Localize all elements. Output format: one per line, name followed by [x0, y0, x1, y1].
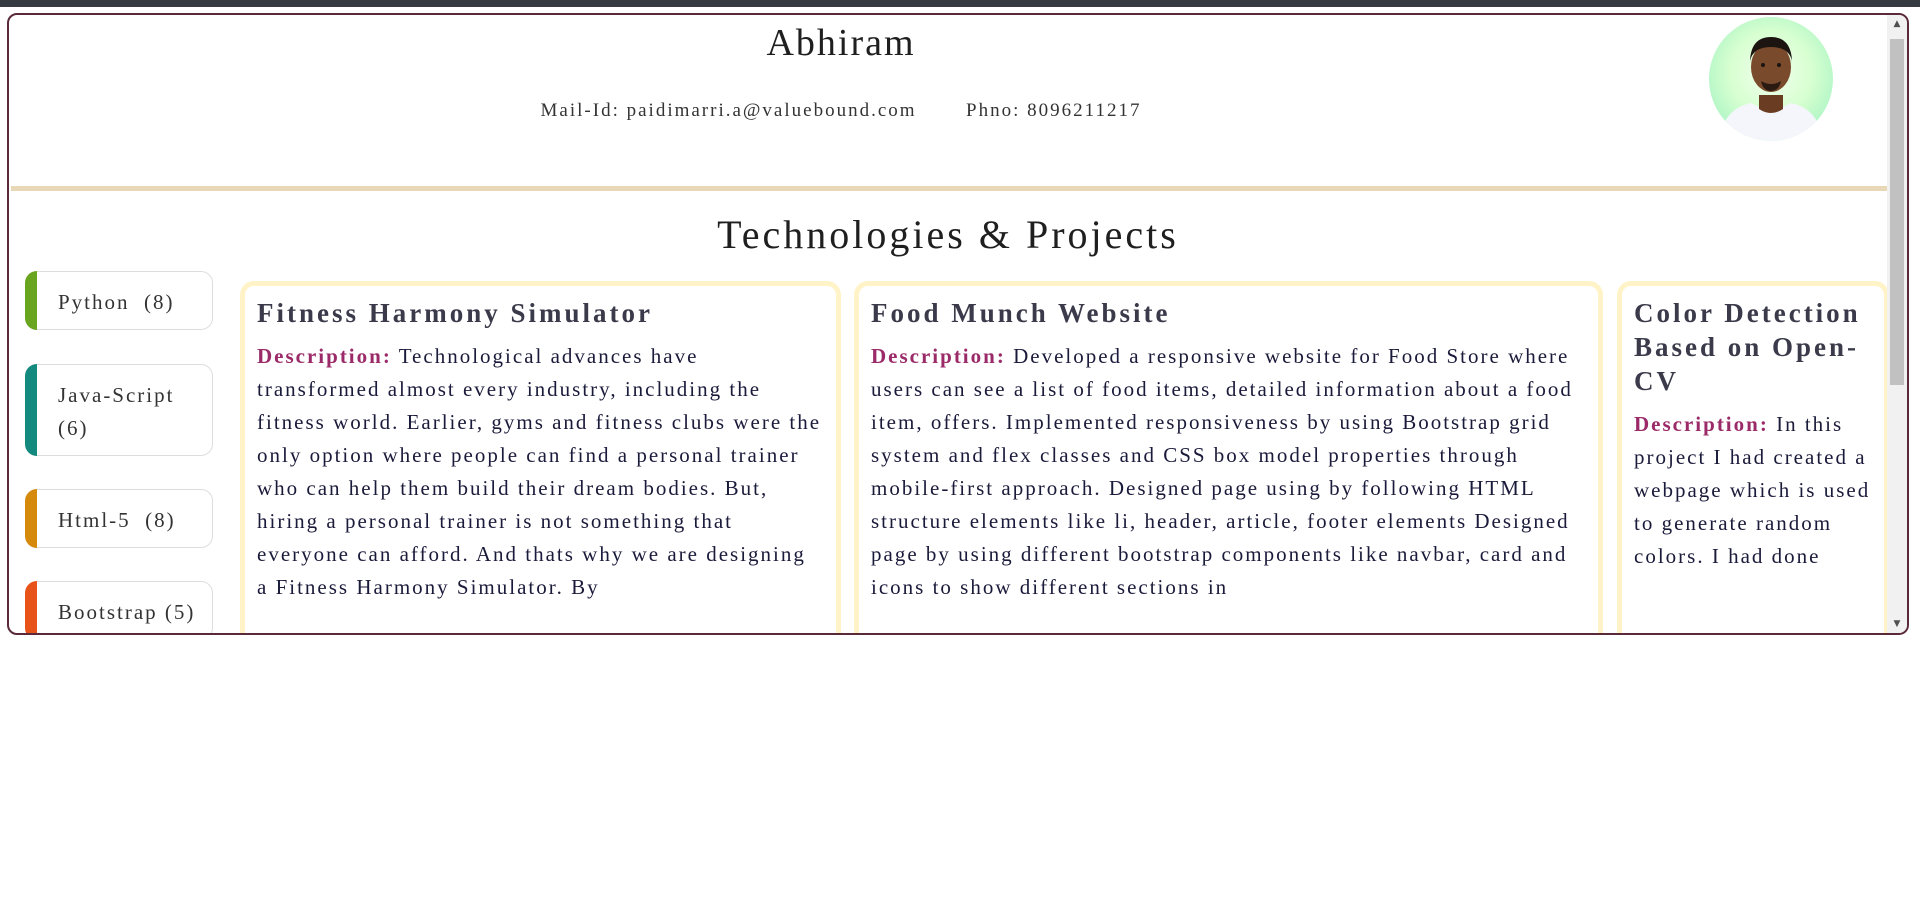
tech-item-python[interactable]: Python (8) — [25, 271, 213, 330]
contact-info: Mail-Id: paidimarri.a@valuebound.com Phn… — [9, 100, 1673, 122]
person-photo-icon — [1719, 37, 1823, 141]
scrollbar-thumb[interactable] — [1890, 39, 1904, 385]
project-card: Food Munch Website Description: Develope… — [854, 281, 1603, 633]
vertical-scrollbar[interactable]: ▲ ▼ — [1887, 15, 1907, 633]
portfolio-frame: Abhiram Mail-Id: paidimarri.a@valuebound… — [7, 13, 1909, 635]
scroll-down-arrow-icon[interactable]: ▼ — [1887, 619, 1907, 629]
browser-top-bar — [0, 0, 1920, 7]
phone-label: Phno: — [966, 100, 1021, 121]
tech-accent-bar — [25, 364, 37, 456]
tech-item-bootstrap[interactable]: Bootstrap (5) — [25, 581, 213, 633]
project-title: Color Detection Based on Open-CV — [1634, 298, 1861, 396]
scroll-up-arrow-icon[interactable]: ▲ — [1887, 19, 1907, 29]
description-label: Description: — [871, 344, 1006, 368]
tech-accent-bar — [25, 581, 37, 633]
avatar — [1709, 17, 1833, 141]
description-text: Developed a responsive website for Food … — [871, 344, 1573, 599]
description-text: Technological advances have transformed … — [257, 344, 822, 599]
project-title: Food Munch Website — [871, 298, 1171, 328]
project-card: Color Detection Based on Open-CV Descrip… — [1617, 281, 1887, 633]
profile-name: Abhiram — [766, 22, 916, 64]
tech-accent-bar — [25, 271, 37, 330]
description-label: Description: — [1634, 412, 1769, 436]
tech-label: Html-5 (8) — [58, 508, 176, 532]
section-title: Technologies & Projects — [717, 212, 1179, 257]
tech-label: Java-Script (6) — [58, 383, 175, 440]
project-card: Fitness Harmony Simulator Description: T… — [240, 281, 841, 633]
header-divider — [11, 186, 1887, 191]
project-title: Fitness Harmony Simulator — [257, 298, 653, 328]
tech-item-javascript[interactable]: Java-Script (6) — [25, 364, 213, 456]
description-label: Description: — [257, 344, 392, 368]
tech-item-html5[interactable]: Html-5 (8) — [25, 489, 213, 548]
mail-value[interactable]: paidimarri.a@valuebound.com — [627, 100, 917, 121]
tech-accent-bar — [25, 489, 37, 548]
phone-value[interactable]: 8096211217 — [1027, 100, 1141, 121]
tech-label: Bootstrap (5) — [58, 600, 196, 624]
tech-label: Python (8) — [58, 290, 175, 314]
project-description: Description: Technological advances have… — [257, 340, 824, 604]
project-description: Description: Developed a responsive webs… — [871, 340, 1586, 604]
portfolio-content: Abhiram Mail-Id: paidimarri.a@valuebound… — [9, 15, 1887, 633]
mail-label: Mail-Id: — [540, 100, 620, 121]
project-description: Description: In this project I had creat… — [1634, 408, 1872, 573]
